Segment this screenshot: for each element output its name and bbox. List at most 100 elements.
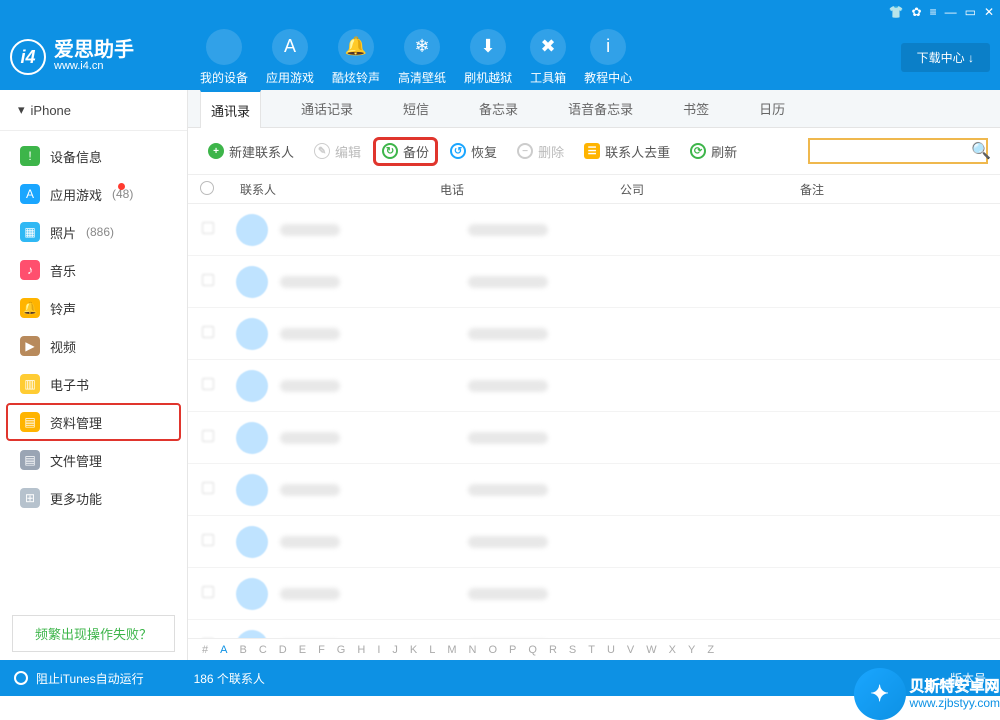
table-row[interactable] xyxy=(188,360,1000,412)
alpha-U[interactable]: U xyxy=(607,644,615,656)
nav-icon: ❄ xyxy=(404,29,440,65)
nav-5[interactable]: ✖工具箱 xyxy=(530,29,566,86)
refresh-button[interactable]: ⟳刷新 xyxy=(682,138,745,165)
table-row[interactable] xyxy=(188,204,1000,256)
sidebar-item-1[interactable]: A应用游戏 (48) xyxy=(0,175,187,213)
alpha-G[interactable]: G xyxy=(337,644,346,656)
sidebar-item-2[interactable]: ▦照片 (886) xyxy=(0,213,187,251)
subtab-0[interactable]: 通讯录 xyxy=(200,90,261,128)
table-row[interactable] xyxy=(188,464,1000,516)
edit-button[interactable]: ✎编辑 xyxy=(306,138,369,165)
col-phone[interactable]: 电话 xyxy=(428,181,608,198)
contact-list xyxy=(188,204,1000,638)
alpha-Y[interactable]: Y xyxy=(688,644,695,656)
alpha-O[interactable]: O xyxy=(488,644,497,656)
shirt-icon[interactable]: 👕 xyxy=(889,5,904,19)
subtab-3[interactable]: 备忘录 xyxy=(469,90,528,127)
nav-6[interactable]: i教程中心 xyxy=(584,29,632,86)
col-contact[interactable]: 联系人 xyxy=(228,181,428,198)
alpha-I[interactable]: I xyxy=(377,644,380,656)
alpha-L[interactable]: L xyxy=(429,644,435,656)
faq-link[interactable]: 频繁出现操作失败？ xyxy=(12,615,175,652)
brand-name: 爱思助手 xyxy=(54,40,134,60)
nav-icon: ⬇ xyxy=(470,29,506,65)
device-selector[interactable]: ▾ iPhone xyxy=(0,90,187,131)
dedupe-button[interactable]: ☰联系人去重 xyxy=(576,138,678,165)
maximize-icon[interactable]: ▭ xyxy=(965,5,976,19)
nav-1[interactable]: A应用游戏 xyxy=(266,29,314,86)
alpha-H[interactable]: H xyxy=(357,644,365,656)
download-center-button[interactable]: 下载中心 ↓ xyxy=(901,43,990,72)
itunes-block-toggle[interactable] xyxy=(14,671,28,685)
nav-0[interactable]: 我的设备 xyxy=(200,29,248,86)
col-company[interactable]: 公司 xyxy=(608,181,788,198)
nav-icon: A xyxy=(272,29,308,65)
main: 通讯录通话记录短信备忘录语音备忘录书签日历 +新建联系人 ✎编辑 ↻备份 ↺恢复… xyxy=(188,90,1000,660)
table-row[interactable] xyxy=(188,620,1000,638)
nav-4[interactable]: ⬇刷机越狱 xyxy=(464,29,512,86)
subtab-6[interactable]: 日历 xyxy=(749,90,795,127)
alpha-J[interactable]: J xyxy=(392,644,398,656)
alpha-Z[interactable]: Z xyxy=(707,644,714,656)
search-icon[interactable]: 🔍 xyxy=(971,141,991,161)
table-row[interactable] xyxy=(188,568,1000,620)
minimize-icon[interactable]: — xyxy=(945,5,957,19)
table-row[interactable] xyxy=(188,256,1000,308)
sidebar-item-6[interactable]: ▥电子书 xyxy=(0,365,187,403)
restore-button[interactable]: ↺恢复 xyxy=(442,138,505,165)
nav-3[interactable]: ❄高清壁纸 xyxy=(398,29,446,86)
alpha-X[interactable]: X xyxy=(669,644,676,656)
sidebar: ▾ iPhone !设备信息A应用游戏 (48)▦照片 (886)♪音乐🔔铃声▶… xyxy=(0,90,188,660)
subtab-2[interactable]: 短信 xyxy=(393,90,439,127)
alpha-D[interactable]: D xyxy=(279,644,287,656)
nav-icon: ✖ xyxy=(530,29,566,65)
alpha-F[interactable]: F xyxy=(318,644,325,656)
alpha-A[interactable]: A xyxy=(220,644,227,656)
sidebar-item-9[interactable]: ⊞更多功能 xyxy=(0,479,187,517)
subtab-5[interactable]: 书签 xyxy=(673,90,719,127)
sidebar-icon: A xyxy=(20,184,40,204)
avatar xyxy=(236,370,268,402)
menu-icon[interactable]: ≡ xyxy=(930,5,937,19)
alpha-M[interactable]: M xyxy=(447,644,456,656)
search-input[interactable] xyxy=(816,144,971,158)
nav-icon: i xyxy=(590,29,626,65)
new-contact-button[interactable]: +新建联系人 xyxy=(200,138,302,165)
alpha-R[interactable]: R xyxy=(549,644,557,656)
sidebar-item-4[interactable]: 🔔铃声 xyxy=(0,289,187,327)
sidebar-item-8[interactable]: ▤文件管理 xyxy=(0,441,187,479)
alpha-V[interactable]: V xyxy=(627,644,634,656)
alpha-B[interactable]: B xyxy=(239,644,246,656)
sidebar-item-3[interactable]: ♪音乐 xyxy=(0,251,187,289)
subtab-1[interactable]: 通话记录 xyxy=(291,90,363,127)
alpha-#[interactable]: # xyxy=(202,644,208,656)
subtabs: 通讯录通话记录短信备忘录语音备忘录书签日历 xyxy=(188,90,1000,128)
alpha-S[interactable]: S xyxy=(569,644,576,656)
table-row[interactable] xyxy=(188,412,1000,464)
alpha-T[interactable]: T xyxy=(588,644,595,656)
footer-left: 阻止iTunes自动运行 xyxy=(36,670,144,687)
footer-version: 版本号 xyxy=(950,670,986,687)
col-note[interactable]: 备注 xyxy=(788,181,1000,198)
backup-button[interactable]: ↻备份 xyxy=(373,137,438,166)
alpha-W[interactable]: W xyxy=(646,644,656,656)
alpha-P[interactable]: P xyxy=(509,644,516,656)
search-box[interactable]: 🔍 xyxy=(808,138,988,164)
nav-2[interactable]: 🔔酷炫铃声 xyxy=(332,29,380,86)
table-row[interactable] xyxy=(188,516,1000,568)
alpha-Q[interactable]: Q xyxy=(528,644,537,656)
alpha-E[interactable]: E xyxy=(299,644,306,656)
sidebar-item-7[interactable]: ▤资料管理 xyxy=(6,403,181,441)
sidebar-icon: ▥ xyxy=(20,374,40,394)
delete-button[interactable]: −删除 xyxy=(509,138,572,165)
select-all-checkbox[interactable] xyxy=(200,181,214,195)
alpha-C[interactable]: C xyxy=(259,644,267,656)
close-icon[interactable]: ✕ xyxy=(984,5,994,19)
table-row[interactable] xyxy=(188,308,1000,360)
alpha-N[interactable]: N xyxy=(469,644,477,656)
subtab-4[interactable]: 语音备忘录 xyxy=(558,90,643,127)
settings-icon[interactable]: ✿ xyxy=(912,5,922,19)
alpha-K[interactable]: K xyxy=(410,644,417,656)
sidebar-item-5[interactable]: ▶视频 xyxy=(0,327,187,365)
sidebar-item-0[interactable]: !设备信息 xyxy=(0,137,187,175)
